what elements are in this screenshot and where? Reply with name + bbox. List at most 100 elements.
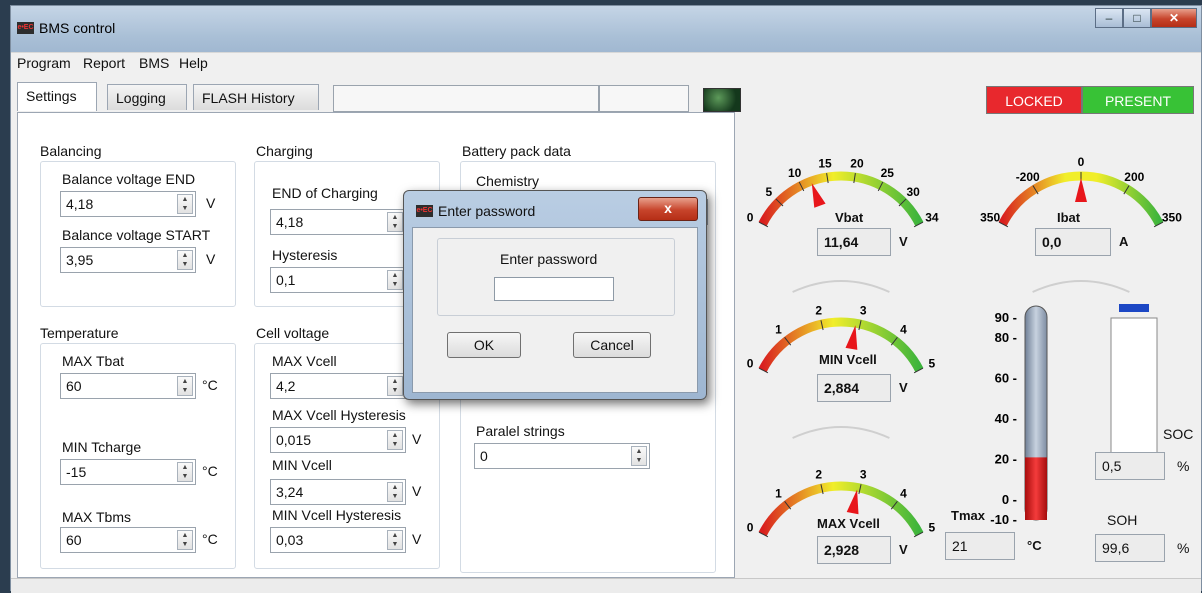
vbat-tick-label: 20 [850, 156, 864, 170]
vbat-tick-label: 15 [818, 156, 832, 170]
close-button[interactable]: ✕ [1151, 8, 1197, 28]
spin-arrows-icon[interactable]: ▲ ▼ [177, 194, 193, 214]
ibat-needle [1075, 178, 1087, 202]
dialog-title: Enter password [438, 203, 536, 219]
min-vcell-hyst-label: MIN Vcell Hysteresis [272, 507, 402, 523]
hysteresis-label: Hysteresis [272, 247, 338, 263]
ibat-tick-label: 0 [1078, 155, 1085, 169]
tab-flash-history[interactable]: FLASH History [193, 84, 319, 110]
tab-settings[interactable]: Settings [17, 82, 97, 111]
max-tbat-input[interactable]: 60 ▲ ▼ [60, 373, 196, 399]
spin-arrows-icon[interactable]: ▲ ▼ [177, 250, 193, 270]
status-field-2 [599, 85, 689, 112]
max_vcell-needle [846, 489, 859, 515]
ibat-tick-label: 350 [980, 211, 1000, 225]
max_vcell-tick-label: 3 [860, 467, 867, 481]
min-tcharge-label: MIN Tcharge [62, 439, 142, 455]
thermometer-tick-label: 0 - [1002, 492, 1017, 507]
end-charging-input[interactable]: 4,18 ▲ ▼ [270, 209, 406, 235]
min-vcell-unit: V [412, 483, 422, 499]
ibat-tick-label: -200 [1016, 170, 1040, 184]
balance-end-value: 4,18 [66, 196, 94, 212]
min_vcell-tick-label: 5 [929, 357, 936, 371]
min-tcharge-input[interactable]: -15 ▲ ▼ [60, 459, 196, 485]
balance-start-label: Balance voltage START [62, 227, 211, 243]
menu-program[interactable]: Program [17, 55, 71, 71]
soh-label: SOH [1107, 512, 1138, 528]
spin-arrows-icon[interactable]: ▲ ▼ [387, 482, 403, 502]
dialog-close-button[interactable]: x [638, 197, 698, 221]
vbat-label: Vbat [835, 210, 864, 225]
menu-help[interactable]: Help [179, 55, 208, 71]
max-vcell-hyst-value: 0,015 [276, 432, 312, 448]
min_vcell-gauge-shadow [792, 426, 890, 439]
min-tcharge-value: -15 [66, 464, 87, 480]
vbat-tick-label: 0 [747, 211, 754, 225]
connection-led [703, 88, 741, 112]
min-tcharge-unit: °C [202, 463, 218, 479]
thermometer-fill [1025, 457, 1047, 520]
balance-start-unit: V [206, 251, 216, 267]
soc-bar-cap [1119, 304, 1149, 312]
balancing-title: Balancing [40, 143, 102, 159]
spin-arrows-icon[interactable]: ▲ ▼ [177, 530, 193, 550]
vbat-tick-label: 10 [788, 166, 802, 180]
spin-arrows-icon[interactable]: ▲ ▼ [387, 530, 403, 550]
min-vcell-hyst-input[interactable]: 0,03 ▲ ▼ [270, 527, 406, 553]
spin-arrows-icon[interactable]: ▲ ▼ [177, 376, 193, 396]
max-vcell-gauge-label: MAX Vcell [817, 516, 880, 531]
vbat-readout: 11,64 [817, 228, 891, 256]
min-vcell-readout: 2,884 [817, 374, 891, 402]
dialog-body: Enter password OK Cancel [412, 227, 698, 393]
spin-arrows-icon[interactable]: ▲ ▼ [631, 446, 647, 466]
balance-start-input[interactable]: 3,95 ▲ ▼ [60, 247, 196, 273]
tmax-unit: °C [1027, 538, 1042, 553]
paralel-strings-input[interactable]: 0 ▲ ▼ [474, 443, 650, 469]
maximize-button[interactable]: □ [1123, 8, 1151, 28]
min_vcell-tick-label: 1 [775, 322, 782, 336]
min-vcell-input[interactable]: 3,24 ▲ ▼ [270, 479, 406, 505]
balance-end-input[interactable]: 4,18 ▲ ▼ [60, 191, 196, 217]
max-tbms-label: MAX Tbms [62, 509, 131, 525]
spin-arrows-icon[interactable]: ▲ ▼ [387, 430, 403, 450]
min-vcell-hyst-value: 0,03 [276, 532, 304, 548]
app-logo-icon: e•EC [17, 22, 34, 34]
minimize-button[interactable]: – [1095, 8, 1123, 28]
max_vcell-tick-label: 5 [929, 521, 936, 535]
battery-pack-title: Battery pack data [462, 143, 571, 159]
password-input[interactable] [494, 277, 614, 301]
max-vcell-gauge-unit: V [899, 542, 908, 557]
vbat-unit: V [899, 234, 908, 249]
thermometer-tick-label: 60 - [995, 371, 1017, 386]
soc-readout: 0,5 [1095, 452, 1165, 480]
hysteresis-input[interactable]: 0,1 ▲ ▼ [270, 267, 406, 293]
min-vcell-gauge-label: MIN Vcell [819, 352, 877, 367]
tmax-readout: 21 [945, 532, 1015, 560]
window-title: BMS control [39, 20, 116, 36]
spin-arrows-icon[interactable]: ▲ ▼ [177, 462, 193, 482]
tab-logging[interactable]: Logging [107, 84, 187, 110]
ok-button[interactable]: OK [447, 332, 521, 358]
max-vcell-hyst-unit: V [412, 431, 422, 447]
max-vcell-hyst-input[interactable]: 0,015 ▲ ▼ [270, 427, 406, 453]
password-dialog: e•EC Enter password x Enter password OK … [403, 190, 707, 400]
max-tbms-unit: °C [202, 531, 218, 547]
gauges-panel: 051015 20253034 350-2000200350012 345012 345… [747, 155, 1182, 538]
max-vcell-input[interactable]: 4,2 ▲ ▼ [270, 373, 406, 399]
min_vcell-tick-label: 3 [860, 303, 867, 317]
max-tbms-input[interactable]: 60 ▲ ▼ [60, 527, 196, 553]
soh-readout: 99,6 [1095, 534, 1165, 562]
max_vcell-tick-label: 2 [815, 467, 822, 481]
menu-report[interactable]: Report [83, 55, 125, 71]
locked-badge: LOCKED [986, 86, 1082, 114]
thermometer-tick-label: 20 - [995, 451, 1017, 466]
ibat-label: Ibat [1057, 210, 1081, 225]
spin-arrows-icon[interactable]: ▲ ▼ [387, 212, 403, 232]
soc-bar-frame [1110, 317, 1158, 463]
spin-arrows-icon[interactable]: ▲ ▼ [387, 270, 403, 290]
max-tbat-value: 60 [66, 378, 82, 394]
spin-arrows-icon[interactable]: ▲ ▼ [387, 376, 403, 396]
menu-bms[interactable]: BMS [139, 55, 169, 71]
soc-unit: % [1177, 458, 1190, 474]
cancel-button[interactable]: Cancel [573, 332, 651, 358]
